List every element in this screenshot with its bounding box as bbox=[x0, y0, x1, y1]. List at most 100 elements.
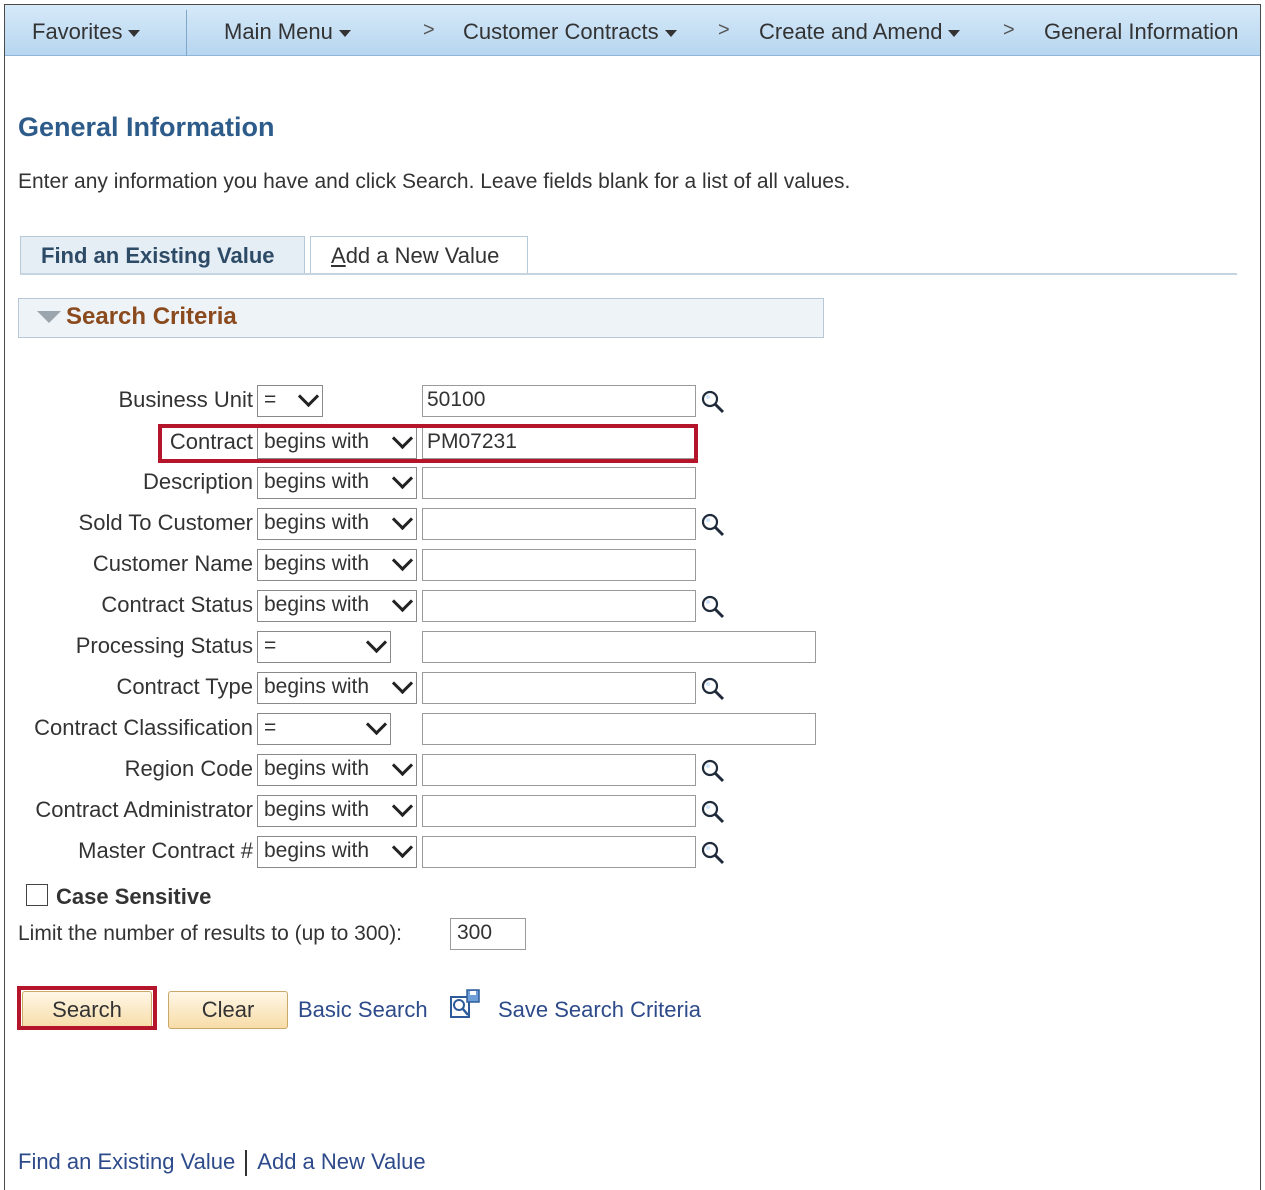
operator-value: begins with bbox=[264, 839, 370, 862]
chevron-down-icon bbox=[391, 836, 414, 859]
criteria-row: Master Contract # begins with bbox=[0, 836, 1265, 870]
chevron-down-icon bbox=[391, 549, 414, 572]
caret-down-icon bbox=[948, 29, 961, 37]
criteria-label: Customer Name bbox=[92, 551, 253, 576]
clear-button[interactable]: Clear bbox=[168, 991, 288, 1029]
operator-select[interactable]: begins with bbox=[257, 508, 417, 540]
case-sensitive-label: Case Sensitive bbox=[56, 884, 212, 909]
value-select-arrow bbox=[422, 631, 816, 663]
operator-select[interactable]: begins with bbox=[257, 754, 417, 786]
footer-find-existing-link[interactable]: Find an Existing Value bbox=[18, 1149, 235, 1174]
value-input[interactable] bbox=[422, 508, 696, 540]
caret-down-icon bbox=[338, 29, 351, 37]
operator-select[interactable]: = bbox=[257, 713, 391, 745]
lookup-magnifier-icon[interactable] bbox=[700, 758, 726, 784]
tab-add-new-value-label: dd a New Value bbox=[345, 243, 500, 268]
save-search-criteria-link[interactable]: Save Search Criteria bbox=[498, 997, 701, 1023]
operator-select[interactable]: = bbox=[257, 385, 323, 417]
save-search-icon[interactable] bbox=[448, 988, 482, 1022]
tab-add-new-value-accesskey: A bbox=[331, 243, 346, 268]
criteria-row: Sold To Customer begins with bbox=[0, 508, 1265, 542]
breadcrumb-general-information[interactable]: General Information bbox=[1044, 19, 1238, 45]
lookup-magnifier-icon[interactable] bbox=[700, 389, 726, 415]
footer-divider bbox=[245, 1150, 248, 1177]
chevron-down-icon bbox=[391, 467, 414, 490]
checkbox-box[interactable] bbox=[26, 884, 48, 906]
chevron-down-icon bbox=[391, 672, 414, 695]
caret-down-icon bbox=[128, 29, 141, 37]
main-menu[interactable]: Main Menu bbox=[224, 19, 351, 45]
criteria-label: Contract Classification bbox=[34, 715, 253, 740]
value-input[interactable] bbox=[422, 795, 696, 827]
limit-results-label: Limit the number of results to (up to 30… bbox=[18, 922, 403, 945]
criteria-label: Contract Type bbox=[116, 674, 253, 699]
criteria-row: Business Unit = 50100 bbox=[0, 385, 1265, 419]
operator-value: begins with bbox=[264, 798, 370, 821]
operator-value: begins with bbox=[264, 470, 370, 493]
instructions-text: Enter any information you have and click… bbox=[18, 170, 851, 193]
criteria-label: Sold To Customer bbox=[78, 510, 253, 535]
criteria-label: Contract Administrator bbox=[35, 797, 253, 822]
operator-select[interactable]: begins with bbox=[257, 467, 417, 499]
search-button-highlight bbox=[17, 986, 157, 1030]
value-input[interactable] bbox=[422, 672, 696, 704]
basic-search-link[interactable]: Basic Search bbox=[298, 997, 428, 1023]
breadcrumb-create-and-amend[interactable]: Create and Amend bbox=[759, 19, 961, 45]
criteria-label: Processing Status bbox=[75, 633, 253, 658]
search-criteria-label: Search Criteria bbox=[66, 303, 237, 330]
operator-select[interactable]: begins with bbox=[257, 549, 417, 581]
chevron-down-icon bbox=[365, 713, 388, 736]
value-input[interactable] bbox=[422, 836, 696, 868]
breadcrumb-separator: > bbox=[1003, 19, 1015, 41]
operator-value: = bbox=[264, 388, 277, 411]
search-criteria-header[interactable]: Search Criteria bbox=[18, 298, 824, 338]
operator-select[interactable]: = bbox=[257, 631, 391, 663]
value-input[interactable] bbox=[422, 754, 696, 786]
criteria-row: Contract Type begins with bbox=[0, 672, 1265, 706]
page-title: General Information bbox=[18, 112, 275, 142]
operator-value: begins with bbox=[264, 757, 370, 780]
lookup-magnifier-icon[interactable] bbox=[700, 512, 726, 538]
operator-value: begins with bbox=[264, 511, 370, 534]
criteria-row: Customer Name begins with bbox=[0, 549, 1265, 583]
nav-divider bbox=[186, 10, 187, 56]
lookup-magnifier-icon[interactable] bbox=[700, 676, 726, 702]
value-select-arrow bbox=[422, 713, 816, 745]
operator-value: begins with bbox=[264, 675, 370, 698]
operator-value: begins with bbox=[264, 552, 370, 575]
limit-results-input[interactable]: 300 bbox=[450, 918, 526, 950]
tab-add-new-value[interactable]: Add a New Value bbox=[310, 236, 528, 274]
chevron-down-icon bbox=[391, 754, 414, 777]
caret-down-icon bbox=[664, 29, 677, 37]
lookup-magnifier-icon[interactable] bbox=[700, 799, 726, 825]
breadcrumb-customer-contracts[interactable]: Customer Contracts bbox=[463, 19, 677, 45]
operator-value: = bbox=[264, 716, 277, 739]
criteria-row: Region Code begins with bbox=[0, 754, 1265, 788]
favorites-menu[interactable]: Favorites bbox=[32, 19, 141, 45]
breadcrumb-separator: > bbox=[423, 19, 435, 41]
value-input[interactable]: 50100 bbox=[422, 385, 696, 417]
criteria-row: Processing Status = bbox=[0, 631, 1265, 665]
value-input[interactable] bbox=[422, 467, 696, 499]
criteria-row: Description begins with bbox=[0, 467, 1265, 501]
operator-value: begins with bbox=[264, 593, 370, 616]
chevron-down-icon bbox=[391, 795, 414, 818]
operator-select[interactable]: begins with bbox=[257, 590, 417, 622]
lookup-magnifier-icon[interactable] bbox=[700, 840, 726, 866]
operator-value: = bbox=[264, 634, 277, 657]
operator-select[interactable]: begins with bbox=[257, 836, 417, 868]
criteria-label: Master Contract # bbox=[78, 838, 253, 863]
value-input[interactable] bbox=[422, 590, 696, 622]
tab-find-existing-value[interactable]: Find an Existing Value bbox=[20, 236, 305, 274]
value-input[interactable] bbox=[422, 549, 696, 581]
operator-select[interactable]: begins with bbox=[257, 672, 417, 704]
collapse-triangle-icon bbox=[37, 311, 61, 323]
criteria-label: Business Unit bbox=[118, 387, 253, 412]
chevron-down-icon bbox=[391, 590, 414, 613]
operator-select[interactable]: begins with bbox=[257, 795, 417, 827]
tab-underline bbox=[20, 273, 1237, 275]
lookup-magnifier-icon[interactable] bbox=[700, 594, 726, 620]
contract-row-highlight bbox=[158, 424, 698, 463]
navigation-bar: Favorites Main Menu > Customer Contracts… bbox=[5, 5, 1260, 56]
footer-add-new-link[interactable]: Add a New Value bbox=[257, 1149, 425, 1174]
